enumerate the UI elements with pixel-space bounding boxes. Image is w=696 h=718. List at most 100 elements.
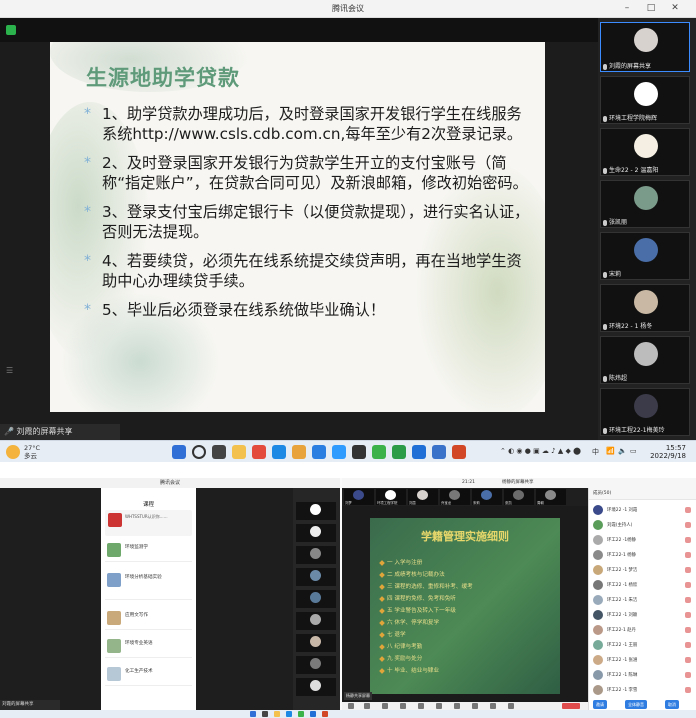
- participant-tile[interactable]: [296, 656, 336, 674]
- participant-tile[interactable]: [296, 502, 336, 520]
- cancel-button[interactable]: 取消: [665, 700, 679, 709]
- participant-tile[interactable]: [296, 568, 336, 586]
- list-item[interactable]: 应用文写作: [105, 608, 192, 630]
- network-icon[interactable]: 📶: [606, 447, 615, 455]
- screen-share-label[interactable]: 🎤 刘霞的屏幕共享: [0, 424, 120, 440]
- list-item[interactable]: 环工22 -1杨静: [593, 534, 693, 548]
- qq-icon[interactable]: [352, 445, 366, 459]
- list-item[interactable]: 环工22-1 杨静: [593, 549, 693, 563]
- baidu-netdisk-icon[interactable]: [312, 445, 326, 459]
- task-view-icon[interactable]: [212, 445, 226, 459]
- start-icon[interactable]: [250, 711, 256, 717]
- invite-icon[interactable]: [418, 703, 424, 709]
- close-icon[interactable]: ✕: [668, 2, 682, 15]
- avatar: [593, 625, 603, 635]
- screen-share-label[interactable]: 杨静共享屏幕: [344, 692, 372, 700]
- invite-button[interactable]: 邀请: [593, 700, 607, 709]
- mute-icon[interactable]: [348, 703, 354, 709]
- participant-tile[interactable]: [296, 524, 336, 542]
- share-screen-icon[interactable]: [400, 703, 406, 709]
- list-item[interactable]: 刘霞(主持人): [593, 519, 693, 533]
- participant-tile[interactable]: 张凯: [504, 489, 534, 505]
- list-item[interactable]: 环工22 -1 杨欣: [593, 579, 693, 593]
- participant-tile[interactable]: 周朝: [536, 489, 566, 505]
- leave-meeting-button[interactable]: [562, 703, 580, 709]
- avatar: [593, 535, 603, 545]
- list-item[interactable]: 环工22 -1 李雪: [593, 684, 693, 698]
- participant-tile[interactable]: 张凯丽: [600, 180, 690, 228]
- app-icon[interactable]: [252, 445, 266, 459]
- wechat-icon[interactable]: [298, 711, 304, 717]
- volume-icon[interactable]: 🔈: [618, 447, 627, 455]
- participant-tile[interactable]: 环境工程学院: [376, 489, 406, 505]
- wechat-icon[interactable]: [372, 445, 386, 459]
- list-item[interactable]: 环境22 -1 刘霞: [593, 504, 693, 518]
- battery-icon[interactable]: ▭: [630, 447, 637, 455]
- list-item[interactable]: 环境监测学: [105, 540, 192, 562]
- list-icon[interactable]: ☰: [6, 366, 16, 376]
- list-item[interactable]: 环工22 -1 刘颖: [593, 609, 693, 623]
- participant-tile[interactable]: [296, 546, 336, 564]
- system-clock[interactable]: 15:57 2022/9/18: [650, 444, 686, 460]
- file-explorer-icon[interactable]: [232, 445, 246, 459]
- participant-tile[interactable]: [296, 634, 336, 652]
- start-icon[interactable]: [172, 445, 186, 459]
- app-icon[interactable]: [332, 445, 346, 459]
- screen-share-label[interactable]: 刘霞的屏幕共享: [0, 700, 60, 710]
- search-icon[interactable]: [192, 445, 206, 459]
- participant-tile[interactable]: 宋莉: [472, 489, 502, 505]
- list-item[interactable]: 环工22 -1 王丽: [593, 639, 693, 653]
- powerpoint-icon[interactable]: [322, 711, 328, 717]
- record-icon[interactable]: [472, 703, 478, 709]
- apps-icon[interactable]: [490, 703, 496, 709]
- input-language[interactable]: 中: [592, 447, 599, 457]
- share-status-bar: [0, 18, 598, 42]
- list-item[interactable]: 环工22 -1 陈琳: [593, 669, 693, 683]
- bullet-icon: *: [84, 302, 91, 318]
- participant-tile[interactable]: [296, 612, 336, 630]
- participant-tile[interactable]: 刘霞: [408, 489, 438, 505]
- edge-icon[interactable]: [286, 711, 292, 717]
- list-item[interactable]: 环境分析基础实验: [105, 570, 192, 600]
- slide-bullet-item: 三 课程的选修、重修和补考、缓考: [379, 582, 473, 590]
- app-icon[interactable]: [432, 445, 446, 459]
- participant-tile[interactable]: [296, 590, 336, 608]
- participant-tile[interactable]: 陈炜超: [600, 336, 690, 384]
- participant-tile[interactable]: [296, 678, 336, 696]
- list-item[interactable]: 化工生产技术: [105, 664, 192, 686]
- participant-tile[interactable]: 生命22 - 2 温嘉阳: [600, 128, 690, 176]
- diamond-bullet-icon: [379, 583, 385, 590]
- list-item[interactable]: 环工22 -1 梦洁: [593, 564, 693, 578]
- maximize-icon[interactable]: □: [644, 2, 658, 15]
- security-icon[interactable]: [382, 703, 388, 709]
- participant-tile[interactable]: 刘霞的屏幕共享: [600, 22, 690, 72]
- search-icon[interactable]: [262, 711, 268, 717]
- participant-tile[interactable]: 环境22 - 1 杨冬: [600, 284, 690, 332]
- chrome-icon[interactable]: [292, 445, 306, 459]
- list-item[interactable]: 环工22-1 赵丹: [593, 624, 693, 638]
- shared-slide: 学籍管理实施细则 一 入学与注册 二 成绩考核与记载办法 三 课程的选修、重修和…: [370, 518, 560, 694]
- participant-tile[interactable]: 宋莉: [600, 232, 690, 280]
- mute-all-button[interactable]: 全体静音: [625, 700, 647, 709]
- list-item[interactable]: 环境专业英语: [105, 636, 192, 658]
- participant-tile[interactable]: 乔宝龙: [440, 489, 470, 505]
- video-icon[interactable]: [364, 703, 370, 709]
- file-explorer-icon[interactable]: [274, 711, 280, 717]
- edge-icon[interactable]: [272, 445, 286, 459]
- powerpoint-icon[interactable]: [452, 445, 466, 459]
- tencent-meeting-icon[interactable]: [412, 445, 426, 459]
- members-icon[interactable]: [436, 703, 442, 709]
- participant-tile[interactable]: 环境工程学院梅辉: [600, 76, 690, 124]
- list-item[interactable]: 环工22 -1 张涵: [593, 654, 693, 668]
- chat-icon[interactable]: [454, 703, 460, 709]
- list-item[interactable]: 环工22 -1 朱洁: [593, 594, 693, 608]
- weather-widget[interactable]: 27°C 多云: [24, 444, 40, 460]
- settings-icon[interactable]: [508, 703, 514, 709]
- course-banner[interactable]: WHTSSTUR认识你……: [105, 510, 192, 536]
- participant-tile[interactable]: 环境工程22-1梅美玲: [600, 388, 690, 436]
- app-icon[interactable]: [392, 445, 406, 459]
- minimize-icon[interactable]: –: [620, 2, 634, 15]
- tencent-meeting-icon[interactable]: [310, 711, 316, 717]
- tray-icons[interactable]: ⌃ ◐ ◉ ● ▣ ☁ ♪ ▲ ◆ ⬤: [500, 447, 581, 455]
- participant-tile[interactable]: 刘梦: [344, 489, 374, 505]
